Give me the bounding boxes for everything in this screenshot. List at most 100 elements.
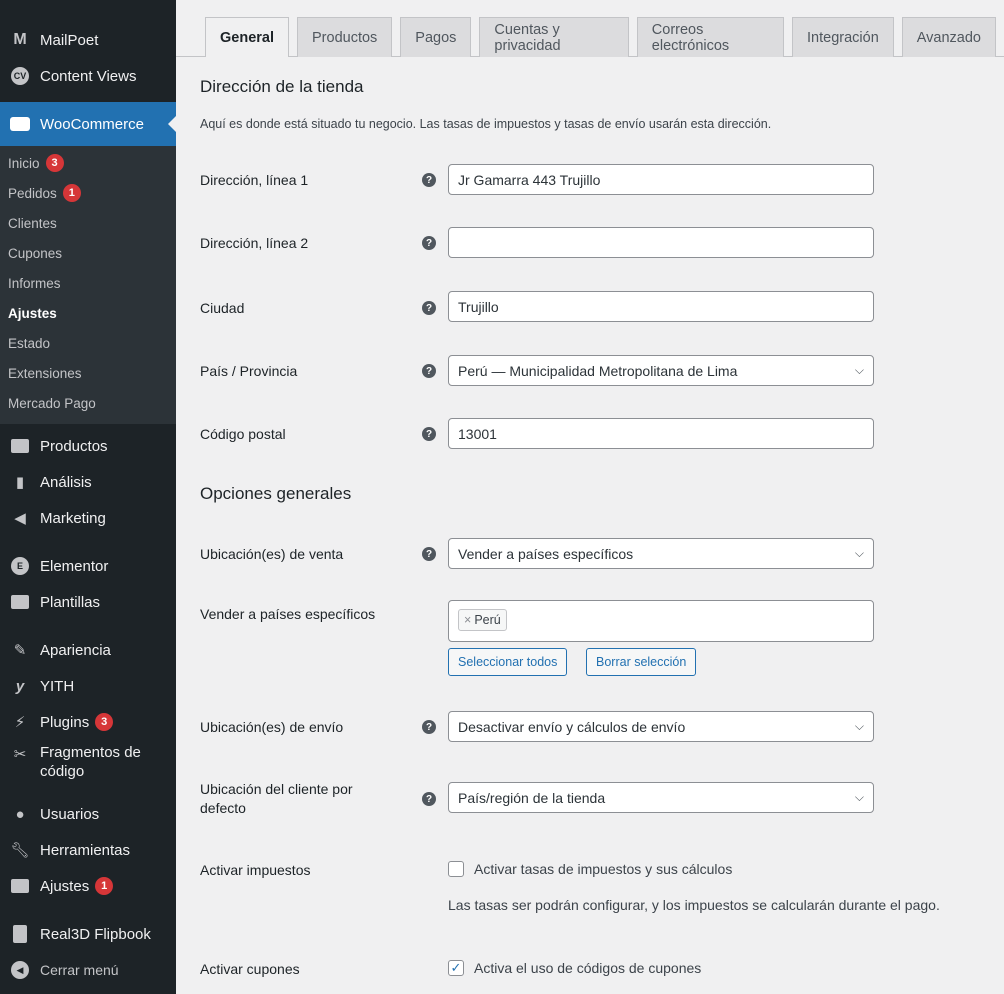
menu-real3d[interactable]: Real3D Flipbook (0, 918, 176, 950)
tab-cuentas[interactable]: Cuentas y privacidad (479, 17, 629, 57)
submenu-label: Clientes (8, 216, 57, 231)
menu-productos[interactable]: Productos (0, 430, 176, 462)
selling-locations-label: Ubicación(es) de venta (200, 546, 344, 562)
menu-label: Content Views (40, 67, 137, 85)
enable-taxes-row[interactable]: Activar tasas de impuestos y sus cálculo… (448, 861, 732, 877)
menu-label: Análisis (40, 473, 92, 491)
tab-correos[interactable]: Correos electrónicos (636, 17, 785, 57)
country-tag[interactable]: × Perú (458, 609, 507, 631)
selling-locations-select[interactable]: Vender a países específicos ⌵ (448, 538, 874, 569)
submenu-label: Cupones (8, 246, 63, 261)
brush-icon: ✎ (13, 642, 27, 659)
help-icon[interactable]: ? (422, 547, 436, 561)
general-options-heading: Opciones generales (200, 484, 352, 503)
notification-badge: 1 (95, 877, 114, 895)
address1-input[interactable]: Jr Gamarra 443 Trujillo (448, 164, 874, 195)
help-icon[interactable]: ? (422, 236, 436, 250)
submenu-pedidos[interactable]: Pedidos 1 (8, 184, 81, 202)
menu-plugins[interactable]: ⚡ Plugins 3 (0, 706, 176, 738)
menu-apariencia[interactable]: ✎ Apariencia (0, 634, 176, 666)
menu-label: YITH (40, 677, 75, 695)
notification-badge: 1 (62, 184, 81, 202)
menu-usuarios[interactable]: ● Usuarios (0, 798, 176, 830)
mailpoet-icon: M (13, 31, 27, 48)
enable-taxes-checkbox[interactable] (448, 861, 464, 877)
chevron-down-icon: ⌵ (854, 546, 864, 560)
submenu-ajustes[interactable]: Ajustes (8, 306, 57, 321)
submenu-extensiones[interactable]: Extensiones (8, 366, 82, 381)
help-icon[interactable]: ? (422, 301, 436, 315)
submenu-informes[interactable]: Informes (8, 276, 61, 291)
book-icon (10, 924, 30, 944)
menu-herramientas[interactable]: 🔧︎ Herramientas (0, 834, 176, 866)
menu-ajustes[interactable]: Ajustes 1 (0, 870, 176, 902)
menu-label: Real3D Flipbook (40, 925, 151, 943)
chevron-down-icon: ⌵ (854, 363, 864, 377)
enable-coupons-checkbox[interactable]: ✓ (448, 960, 464, 976)
products-icon (10, 436, 30, 456)
menu-fragmentos[interactable]: ✂ Fragmentos de código (0, 744, 176, 788)
submenu-mercado-pago[interactable]: Mercado Pago (8, 396, 96, 411)
menu-label: Elementor (40, 557, 109, 575)
enable-coupons-row[interactable]: ✓ Activa el uso de códigos de cupones (448, 960, 701, 976)
country-select[interactable]: Perú — Municipalidad Metropolitana de Li… (448, 355, 874, 386)
submenu-label: Estado (8, 336, 51, 351)
shipping-locations-select[interactable]: Desactivar envío y cálculos de envío ⌵ (448, 711, 874, 742)
enable-coupons-label: Activar cupones (200, 961, 300, 977)
help-icon[interactable]: ? (422, 364, 436, 378)
clear-selection-button[interactable]: Borrar selección (586, 648, 697, 676)
tab-productos[interactable]: Productos (297, 17, 393, 57)
menu-analisis[interactable]: ▮ Análisis (0, 466, 176, 498)
settings-tabs: General Productos Pagos Cuentas y privac… (205, 17, 1004, 57)
users-icon: ● (15, 805, 25, 823)
admin-sidebar: M MailPoet CV Content Views WooCommerce … (0, 0, 176, 994)
submenu-label: Pedidos (8, 185, 57, 201)
select-value: Vender a países específicos (458, 545, 634, 562)
postcode-label: Código postal (200, 426, 286, 442)
menu-mailpoet[interactable]: M MailPoet (0, 24, 176, 56)
collapse-icon: ◀ (10, 960, 30, 980)
menu-marketing[interactable]: ◀ Marketing (0, 502, 176, 534)
tab-integracion[interactable]: Integración (792, 17, 894, 57)
address2-input[interactable] (448, 227, 874, 258)
submenu-inicio[interactable]: Inicio 3 (8, 154, 64, 172)
submenu-label: Ajustes (8, 306, 57, 321)
submenu-label: Extensiones (8, 366, 82, 381)
checkbox-label: Activa el uso de códigos de cupones (474, 960, 702, 976)
default-location-select[interactable]: País/región de la tienda ⌵ (448, 782, 874, 813)
select-all-button[interactable]: Seleccionar todos (448, 648, 568, 676)
menu-yith[interactable]: y YITH (0, 670, 176, 702)
tab-general[interactable]: General (205, 17, 289, 57)
select-value: País/región de la tienda (458, 789, 606, 806)
menu-collapse[interactable]: ◀ Cerrar menú (0, 954, 176, 986)
submenu-label: Inicio (8, 155, 40, 171)
help-icon[interactable]: ? (422, 792, 436, 806)
megaphone-icon: ◀ (14, 510, 26, 527)
specific-countries-multiselect[interactable]: × Perú (448, 600, 874, 642)
elementor-icon: E (10, 556, 30, 576)
content-views-icon: CV (10, 66, 30, 86)
city-input[interactable]: Trujillo (448, 291, 874, 322)
remove-tag-icon[interactable]: × (464, 613, 471, 627)
submenu-clientes[interactable]: Clientes (8, 216, 57, 231)
menu-plantillas[interactable]: Plantillas (0, 586, 176, 618)
help-icon[interactable]: ? (422, 720, 436, 734)
woocommerce-icon (10, 114, 30, 134)
help-icon[interactable]: ? (422, 173, 436, 187)
settings-content: General Productos Pagos Cuentas y privac… (176, 0, 1004, 994)
menu-elementor[interactable]: E Elementor (0, 550, 176, 582)
submenu-estado[interactable]: Estado (8, 336, 50, 351)
tag-label: Perú (474, 613, 501, 627)
country-label: País / Provincia (200, 363, 298, 379)
enable-taxes-note: Las tasas ser podrán configurar, y los i… (448, 897, 940, 913)
submenu-cupones[interactable]: Cupones (8, 246, 62, 261)
menu-woocommerce[interactable]: WooCommerce (0, 102, 176, 146)
postcode-input[interactable]: 13001 (448, 418, 874, 449)
help-icon[interactable]: ? (422, 427, 436, 441)
tab-pagos[interactable]: Pagos (400, 17, 472, 57)
menu-content-views[interactable]: CV Content Views (0, 60, 176, 92)
select-value: Perú — Municipalidad Metropolitana de Li… (458, 362, 738, 379)
woocommerce-submenu: Inicio 3 Pedidos 1 Clientes Cupones Inform… (0, 146, 176, 424)
notification-badge: 3 (45, 154, 64, 172)
tab-avanzado[interactable]: Avanzado (901, 17, 996, 57)
